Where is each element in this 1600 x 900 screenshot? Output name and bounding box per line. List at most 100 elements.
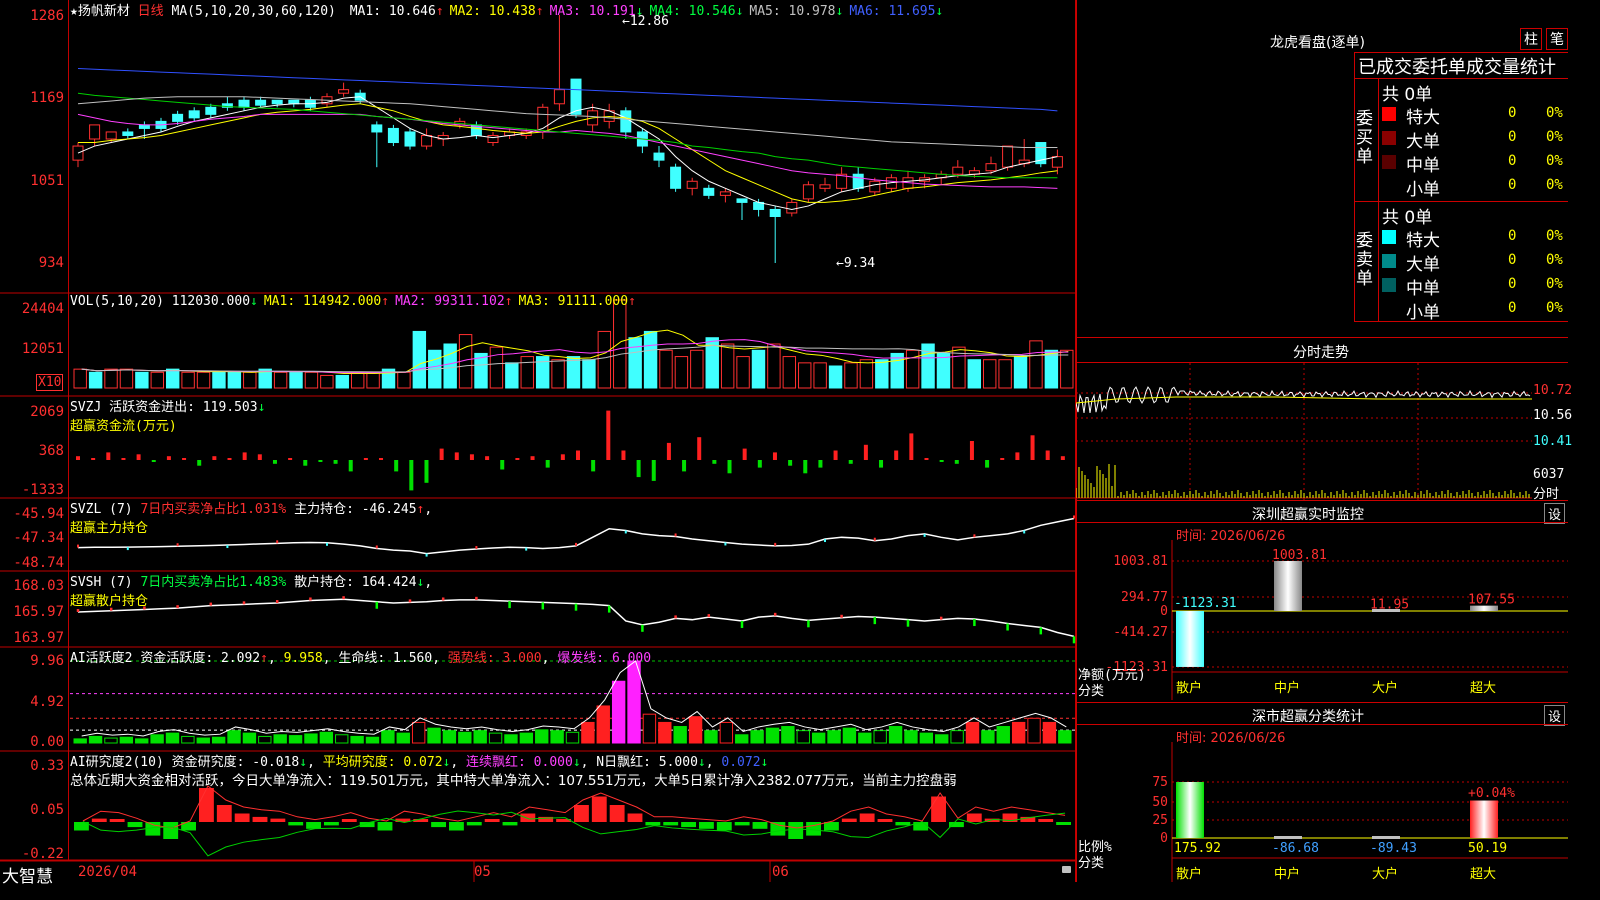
candle-body-4 [138, 124, 150, 129]
ai2-bar-9 [234, 813, 250, 822]
ai1-bar-19 [365, 736, 380, 744]
ma-value-4: MA5: 10.978 [749, 4, 836, 19]
ai1-bar-28 [504, 734, 518, 744]
vol-bar-59 [983, 359, 997, 389]
svsh-sep: , [424, 575, 433, 590]
buy-label: 委买单 [1356, 109, 1373, 167]
ai1-bar-4 [135, 738, 149, 744]
classify-svg-label-0: 175.92 [1174, 841, 1221, 856]
vol-value: 112030.000 [171, 294, 251, 309]
ai1-bar-27 [488, 732, 503, 744]
vol-ma-value-arrow-2: ↑ [628, 294, 636, 309]
ai2-bar-30 [609, 805, 625, 822]
ai2-bar-11 [270, 818, 286, 822]
vol-bar-50 [844, 362, 858, 389]
svsh-axis-1: 165.97 [13, 604, 64, 620]
ai1-sep-3: , [432, 651, 441, 666]
vol-bar-58 [967, 359, 982, 389]
svzj-bar-7 [182, 458, 187, 460]
ai1-bar-39 [673, 726, 687, 744]
high-value: 12.86 [629, 14, 669, 29]
lock-icon[interactable] [1062, 866, 1071, 873]
svzj-bar-56 [924, 458, 929, 460]
sell-row-swatch-2 [1382, 278, 1396, 292]
svzj-bar-37 [636, 460, 641, 478]
classify-svg-cat-0: 散户 [1176, 866, 1202, 882]
classify-svg-xlabel: 分类 [1078, 856, 1104, 871]
vol-unit-badge[interactable]: X10 [36, 374, 64, 391]
candle-body-30 [570, 78, 582, 115]
ai2-bar-23 [484, 819, 500, 822]
svzj-bar-29 [515, 458, 520, 460]
price-axis-0: 1286 [30, 8, 64, 24]
tab-bar[interactable]: 柱 [1520, 28, 1542, 50]
classify-settings-button[interactable]: 设 [1544, 705, 1566, 726]
vol-bar-8 [196, 371, 211, 389]
ai2-bar-32 [645, 822, 661, 826]
vol-bar-34 [597, 330, 612, 389]
svzj-bar-26 [469, 454, 474, 460]
ai2-header: AI研究度2(10) 资金研究度: -0.018↓, 平均研究度: 0.072↓… [70, 751, 768, 770]
ai2-bar-10 [252, 816, 268, 822]
fenshi-chart[interactable] [1076, 363, 1532, 500]
sell-row-value-1: 0 [1508, 252, 1517, 268]
vol-bar-9 [212, 371, 226, 389]
svzj-bar-64 [1045, 450, 1050, 460]
vol-bar-37 [643, 330, 658, 389]
classify-svg-bar-1 [1274, 836, 1302, 839]
svzj-bar-41 [697, 437, 702, 460]
ai1-bar-35 [611, 680, 626, 744]
monitor-settings-button[interactable]: 设 [1544, 503, 1566, 524]
svzj-bar-27 [485, 456, 490, 460]
vol-bar-52 [875, 359, 889, 389]
svzj-bar-20 [379, 458, 384, 460]
candle-body-48 [869, 180, 881, 193]
date-1: 05 [474, 864, 491, 880]
ai1-b: 资金活跃度: 2.092 [140, 651, 261, 666]
svsh-axis-2: 163.97 [13, 630, 64, 646]
candle-body-19 [387, 127, 399, 144]
svzj-bar-32 [560, 454, 565, 460]
ma-value-arrow-0: ↑ [435, 4, 444, 19]
ai1-bar-42 [719, 721, 734, 744]
ai1-bar-24 [442, 730, 457, 744]
candle-body-35 [653, 152, 665, 161]
vol-header: VOL(5,10,20) 112030.000↓ MA1: 114942.000↑… [70, 294, 636, 309]
svzj-bar-46 [772, 452, 777, 460]
vol-axis-0: 24404 [21, 301, 64, 317]
svzj-bar-51 [848, 460, 853, 464]
vol-ma-value-0: MA1: 114942.000 [263, 294, 382, 309]
buy-row-swatch-2 [1382, 155, 1396, 169]
candle-body-18 [371, 124, 383, 133]
ma-label: MA(5,10,20,30,60,120) [171, 4, 336, 19]
longhu-title: 龙虎看盘(逐单) [1270, 35, 1365, 51]
monitor-svg-label-0: -1123.31 [1174, 596, 1237, 611]
vol-bar-60 [998, 359, 1012, 389]
vol-bar-44 [751, 349, 766, 389]
ai2-bar-20 [431, 822, 446, 828]
period-label[interactable]: 日线 [138, 4, 164, 19]
svzj-bar-58 [954, 460, 959, 464]
ai1-bar-50 [842, 727, 857, 744]
ai2-bar-46 [895, 822, 911, 826]
order-divider-2 [1354, 201, 1568, 202]
svzj-bar-23 [424, 460, 429, 483]
ai1-bar-58 [965, 721, 980, 744]
svzj-bar-42 [712, 460, 717, 464]
tab-bi[interactable]: 笔 [1546, 28, 1568, 50]
vol-bar-53 [890, 352, 904, 389]
ai1-bar-38 [658, 721, 672, 744]
vol-bar-51 [859, 359, 874, 389]
vol-bar-40 [690, 349, 704, 389]
svzl-axis-1: -47.34 [13, 530, 64, 546]
ai2-bar-14 [324, 822, 339, 826]
ai2-bar-25 [520, 813, 536, 822]
candle-body-12 [271, 99, 283, 105]
monitor-svg-xlabel: 分类 [1078, 684, 1104, 699]
buy-row-swatch-3 [1382, 179, 1396, 193]
star-icon[interactable]: ★ [70, 4, 78, 19]
vol-bar-49 [828, 365, 843, 389]
candle-body-55 [985, 163, 997, 172]
vol-bar-54 [905, 349, 920, 389]
ai1-bar-48 [811, 732, 826, 744]
